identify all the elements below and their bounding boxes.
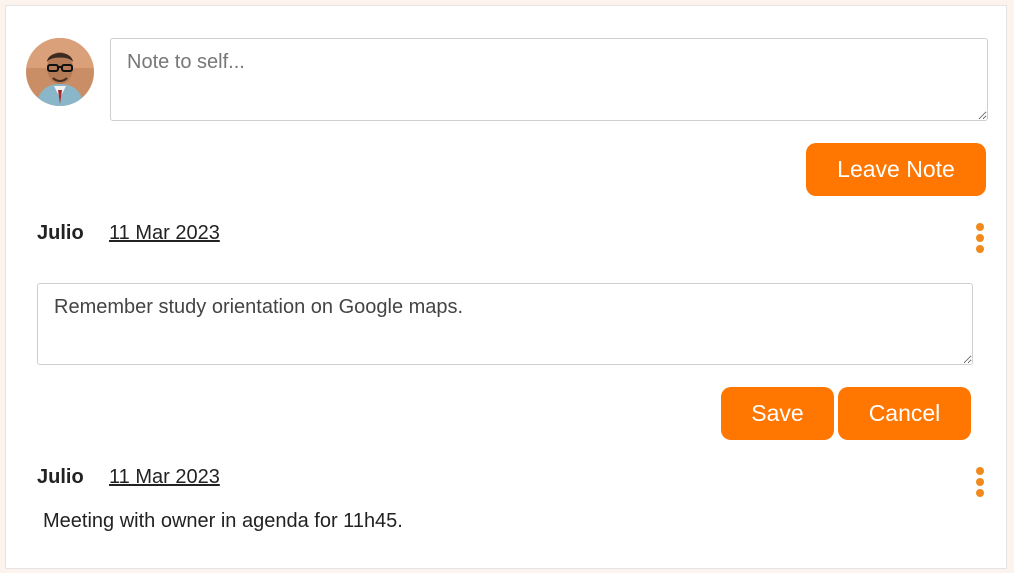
kebab-menu-icon[interactable] [970,220,990,256]
notes-panel: Leave Note Julio 11 Mar 2023 Remember st… [5,5,1007,569]
new-note-input[interactable] [110,38,988,121]
note-date-link[interactable]: 11 Mar 2023 [109,222,220,245]
menu-dot [976,234,984,242]
kebab-menu-icon[interactable] [970,464,990,500]
cancel-button[interactable]: Cancel [838,387,971,440]
menu-dot [976,245,984,253]
note-author: Julio [37,466,84,488]
user-avatar [26,38,94,106]
menu-dot [976,478,984,486]
note-date-link[interactable]: 11 Mar 2023 [109,466,220,489]
edit-note-input[interactable]: Remember study orientation on Google map… [37,283,973,365]
menu-dot [976,489,984,497]
note-text: Meeting with owner in agenda for 11h45. [43,510,403,532]
menu-dot [976,467,984,475]
menu-dot [976,223,984,231]
note-author: Julio [37,222,84,244]
avatar-image [26,38,94,106]
leave-note-button[interactable]: Leave Note [806,143,986,196]
save-button[interactable]: Save [721,387,834,440]
